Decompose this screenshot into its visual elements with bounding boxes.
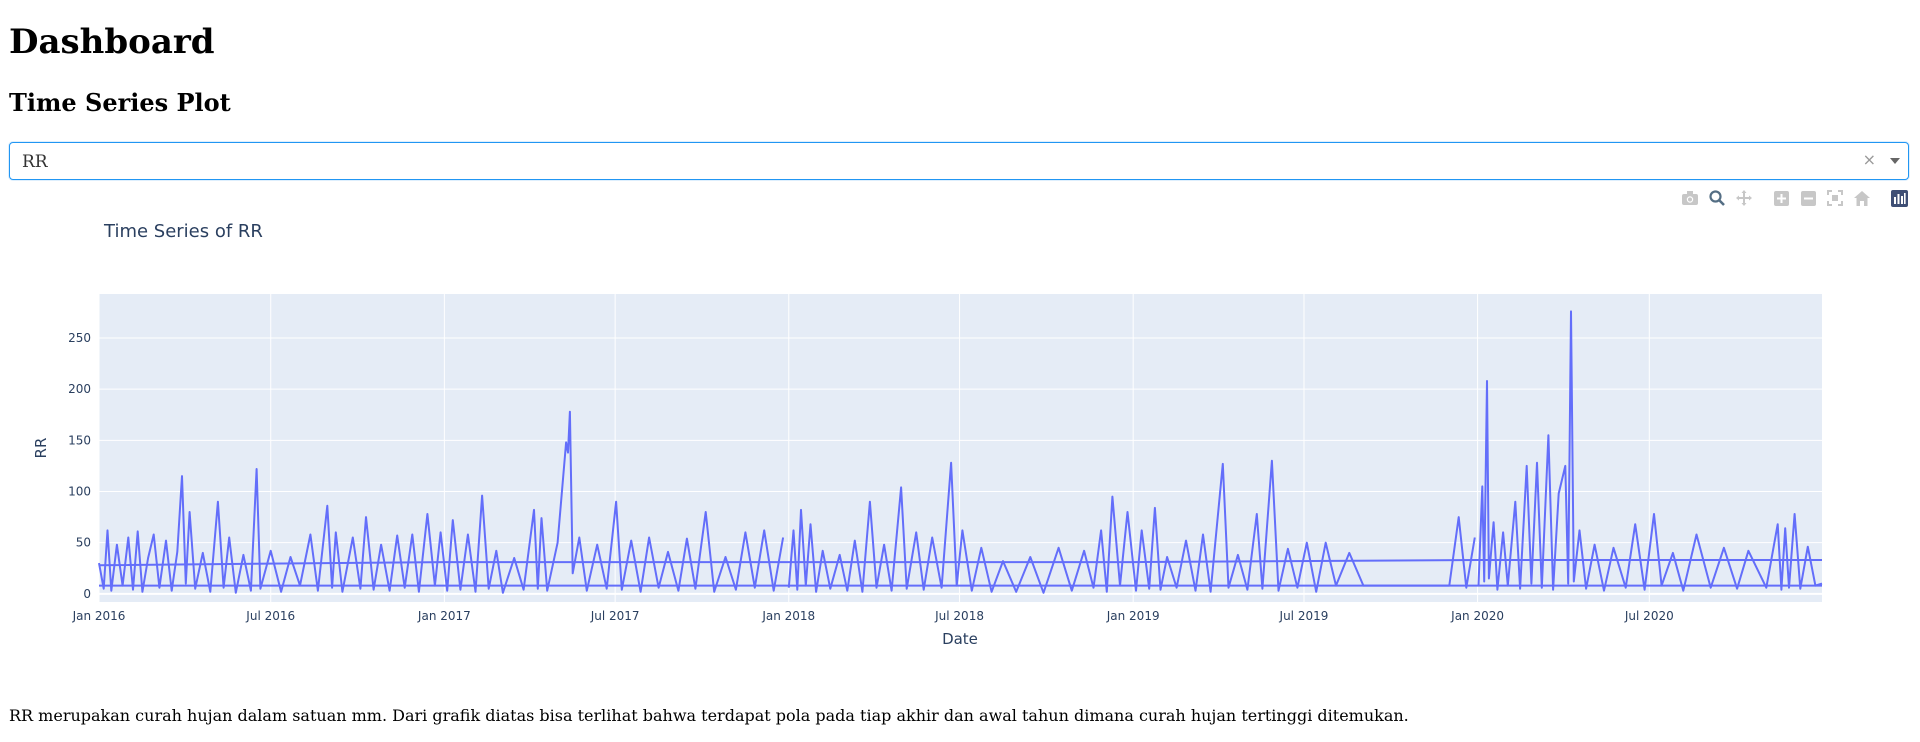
y-axis-title: RR (32, 438, 50, 459)
x-tick-label: Jan 2020 (1450, 609, 1504, 623)
x-tick-label: Jul 2017 (590, 609, 640, 623)
chevron-down-icon[interactable] (1890, 158, 1900, 164)
page-title: Dashboard (9, 22, 215, 62)
variable-dropdown[interactable]: RR × (9, 142, 1909, 180)
dropdown-selected-value: RR (22, 152, 48, 172)
x-tick-labels: Jan 2016 Jul 2016 Jan 2017 Jul 2017 Jan 2018… (72, 609, 1674, 623)
pan-icon[interactable] (1735, 189, 1753, 207)
x-tick-label: Jul 2016 (245, 609, 295, 623)
clear-icon[interactable]: × (1863, 150, 1876, 169)
x-tick-label: Jan 2019 (1106, 609, 1160, 623)
x-tick-label: Jan 2018 (761, 609, 815, 623)
zoom-in-icon[interactable] (1772, 189, 1790, 207)
y-tick-label: 200 (68, 382, 91, 396)
chart-svg: Time Series of RR 0 50 100 150 200 250 Jan 20… (32, 221, 1823, 648)
chart-title: Time Series of RR (103, 221, 263, 242)
y-tick-label: 250 (68, 331, 91, 345)
y-tick-labels: 0 50 100 150 200 250 (68, 331, 91, 601)
reset-axes-icon[interactable] (1853, 189, 1871, 207)
time-series-chart: Time Series of RR 0 50 100 150 200 250 Jan 20… (9, 210, 1909, 660)
section-title: Time Series Plot (9, 88, 231, 117)
x-axis-title: Date (942, 630, 978, 648)
x-tick-label: Jan 2017 (417, 609, 471, 623)
x-tick-label: Jan 2016 (72, 609, 126, 623)
x-tick-label: Jul 2019 (1279, 609, 1329, 623)
zoom-out-icon[interactable] (1799, 189, 1817, 207)
plotly-logo-icon[interactable] (1890, 189, 1908, 207)
y-tick-label: 100 (68, 484, 91, 498)
x-tick-label: Jul 2018 (934, 609, 984, 623)
autoscale-icon[interactable] (1826, 189, 1844, 207)
zoom-icon[interactable] (1708, 189, 1726, 207)
y-tick-label: 150 (68, 433, 91, 447)
camera-icon[interactable] (1681, 189, 1699, 207)
y-tick-label: 0 (83, 587, 91, 601)
plot-modebar (1672, 188, 1908, 208)
y-tick-label: 50 (76, 536, 91, 550)
chart-caption: RR merupakan curah hujan dalam satuan mm… (9, 706, 1409, 725)
x-tick-label: Jul 2020 (1624, 609, 1674, 623)
